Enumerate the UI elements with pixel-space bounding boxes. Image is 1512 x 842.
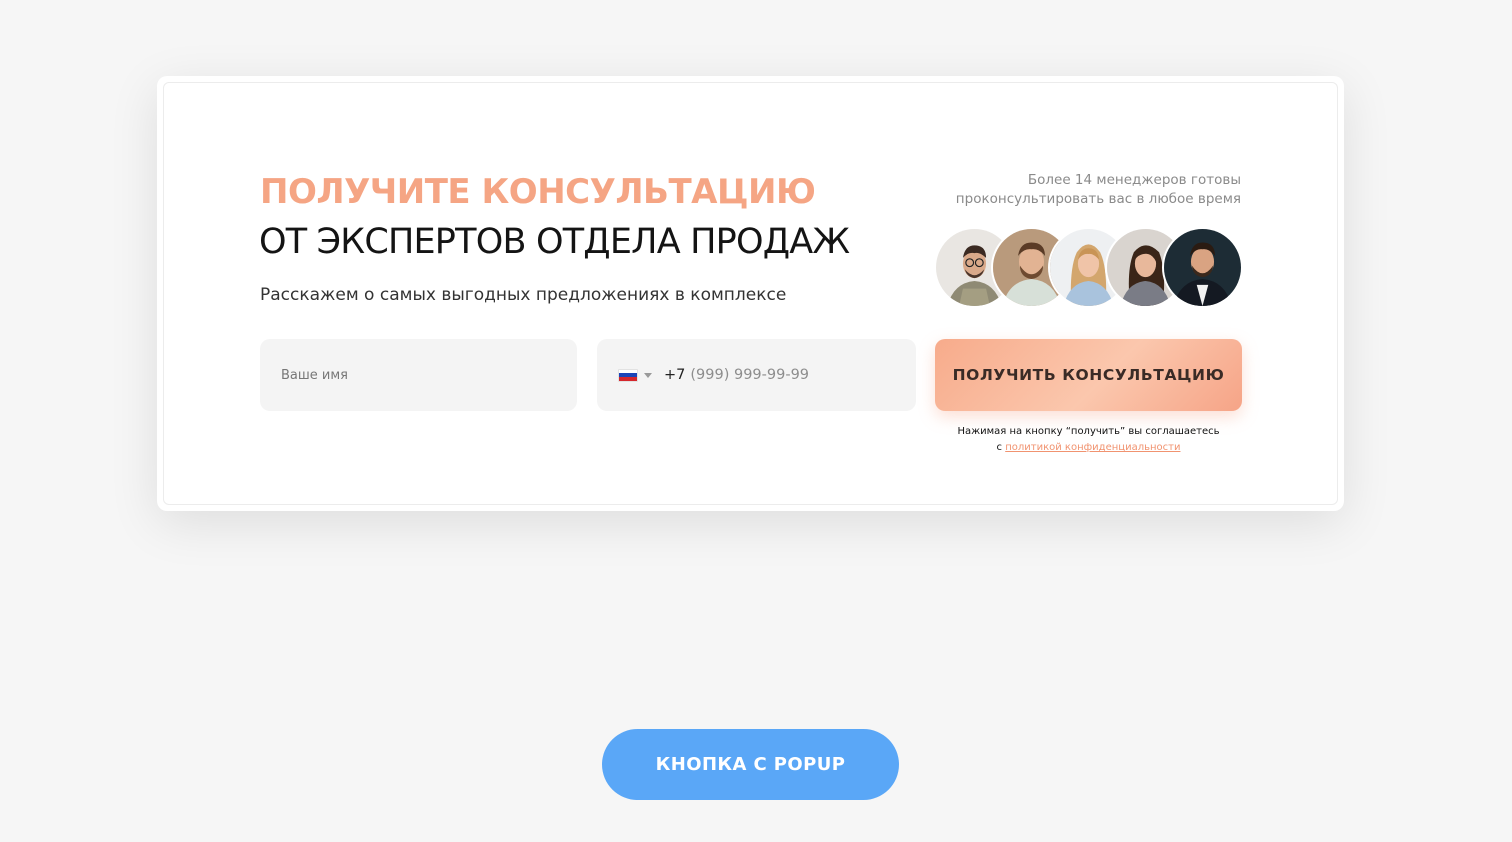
title-accent: ПОЛУЧИТЕ КОНСУЛЬТАЦИЮ [260,172,816,212]
subtitle: Расскажем о самых выгодных предложениях … [260,285,787,305]
privacy-policy-link[interactable]: политикой конфиденциальности [1005,442,1180,453]
privacy-notice-text: Нажимая на кнопку “получить” вы соглашае… [957,426,1220,437]
privacy-notice: Нажимая на кнопку “получить” вы соглашае… [935,424,1242,456]
name-input[interactable] [281,367,551,383]
phone-prefix: +7 [664,367,686,383]
chevron-down-icon[interactable] [644,372,652,378]
name-field[interactable] [260,339,577,411]
privacy-notice-line2: с политикой конфиденциальности [935,440,1242,456]
privacy-prefix: с [996,442,1003,453]
managers-note-line1: Более 14 менеджеров готовы [1027,172,1241,188]
phone-field[interactable]: +7 (999) 999-99-99 [597,339,916,411]
managers-avatars [934,227,1243,308]
title-main: ОТ ЭКСПЕРТОВ ОТДЕЛА ПРОДАЖ [259,222,850,262]
phone-input[interactable]: (999) 999-99-99 [690,367,809,383]
managers-note: Более 14 менеджеров готовы проконсультир… [921,171,1241,209]
popup-button[interactable]: КНОПКА С POPUP [602,729,899,800]
managers-note-line2: проконсультировать вас в любое время [955,191,1241,207]
russia-flag-icon[interactable] [618,368,638,382]
manager-avatar [1162,227,1243,308]
get-consultation-button[interactable]: ПОЛУЧИТЬ КОНСУЛЬТАЦИЮ [935,339,1242,411]
